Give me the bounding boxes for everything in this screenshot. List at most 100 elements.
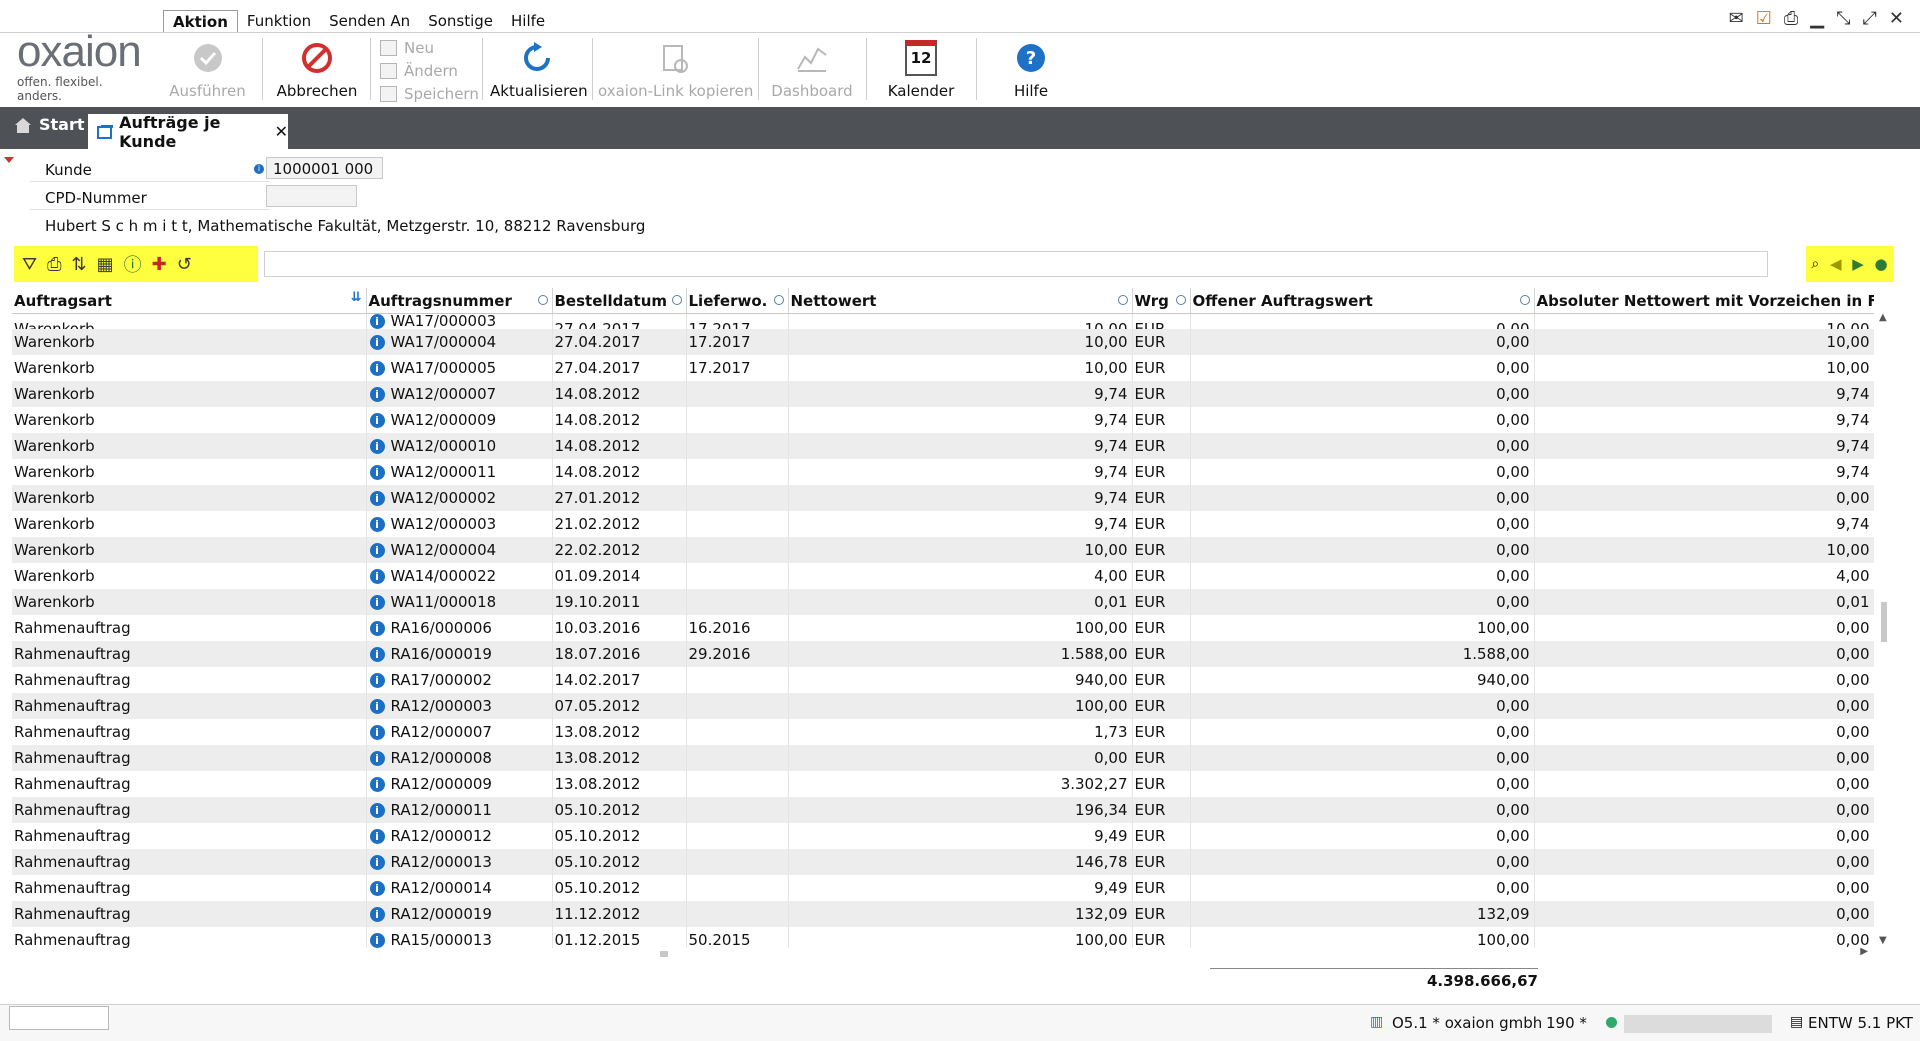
- order-info-icon[interactable]: i: [369, 465, 385, 480]
- order-info-icon[interactable]: i: [369, 777, 385, 792]
- col-bestelldatum[interactable]: Bestelldatum: [552, 288, 687, 314]
- order-number[interactable]: WA12/000003: [391, 515, 497, 533]
- order-info-icon[interactable]: i: [369, 881, 385, 896]
- horizontal-scrollbar[interactable]: ▶: [12, 946, 1874, 960]
- order-number[interactable]: WA12/000009: [391, 411, 497, 429]
- table-row[interactable]: Warenkorb i WA12/000011 14.08.2012 9,74 EUR 0,…: [12, 459, 1874, 485]
- binoculars-icon[interactable]: ⌕: [1811, 256, 1819, 272]
- tasks-icon[interactable]: ☑: [1756, 8, 1772, 29]
- minimize-icon[interactable]: ▁: [1810, 8, 1824, 29]
- scroll-right-icon[interactable]: ▶: [1860, 946, 1868, 957]
- quick-filter-input[interactable]: [264, 251, 1768, 277]
- order-number[interactable]: RA12/000011: [391, 801, 492, 819]
- order-info-icon[interactable]: i: [369, 829, 385, 844]
- order-info-icon[interactable]: i: [369, 699, 385, 714]
- order-number[interactable]: RA12/000003: [391, 697, 492, 715]
- table-row[interactable]: Rahmenauftrag i RA12/000014 05.10.2012 9,49 E…: [12, 875, 1874, 901]
- menu-aktion[interactable]: Aktion: [163, 10, 238, 32]
- order-number[interactable]: WA17/000004: [391, 333, 497, 351]
- table-row[interactable]: Warenkorb i WA12/000004 22.02.2012 10,00 EUR 0…: [12, 537, 1874, 563]
- col-auftragsart[interactable]: Auftragsart ⇊: [12, 288, 367, 314]
- print-icon[interactable]: ⎙: [1784, 8, 1798, 29]
- cancel-button[interactable]: Abbrechen: [272, 40, 362, 100]
- order-info-icon[interactable]: i: [369, 595, 385, 610]
- table-row[interactable]: Rahmenauftrag i RA15/000013 01.12.2015 50.20…: [12, 927, 1874, 948]
- next-arrow-icon[interactable]: ▶: [1852, 255, 1864, 273]
- order-info-icon[interactable]: i: [369, 491, 385, 506]
- table-row[interactable]: Rahmenauftrag i RA12/000009 13.08.2012 3.302…: [12, 771, 1874, 797]
- order-number[interactable]: RA16/000006: [391, 619, 492, 637]
- table-row[interactable]: Rahmenauftrag i RA16/000019 18.07.2016 29.20…: [12, 641, 1874, 667]
- order-info-icon[interactable]: i: [369, 621, 385, 636]
- table-row[interactable]: Warenkorb i WA12/000007 14.08.2012 9,74 EUR 0,…: [12, 381, 1874, 407]
- menu-funktion[interactable]: Funktion: [238, 10, 320, 32]
- close-icon[interactable]: ✕: [1889, 8, 1904, 29]
- vertical-scrollbar[interactable]: ▲ ▼: [1878, 312, 1890, 946]
- column-option-icon[interactable]: [671, 295, 682, 305]
- tab-auftraege-je-kunde[interactable]: Aufträge je Kunde ✕: [88, 113, 288, 151]
- table-row[interactable]: Warenkorb i WA17/000003 27.04.2017 17.2017 10…: [12, 313, 1874, 330]
- col-offener-auftragswert[interactable]: Offener Auftragswert: [1190, 288, 1535, 314]
- new-button[interactable]: Neu: [380, 39, 434, 57]
- menu-hilfe[interactable]: Hilfe: [502, 10, 554, 32]
- collapse-arrow-icon[interactable]: [4, 157, 14, 163]
- order-number[interactable]: WA12/000002: [391, 489, 497, 507]
- table-row[interactable]: Rahmenauftrag i RA12/000012 05.10.2012 9,49 E…: [12, 823, 1874, 849]
- order-info-icon[interactable]: i: [369, 855, 385, 870]
- table-row[interactable]: Warenkorb i WA11/000018 19.10.2011 0,01 EUR 0,…: [12, 589, 1874, 615]
- order-info-icon[interactable]: i: [369, 413, 385, 428]
- scroll-up-icon[interactable]: ▲: [1879, 312, 1887, 323]
- order-info-icon[interactable]: i: [369, 647, 385, 662]
- order-number[interactable]: RA12/000012: [391, 827, 492, 845]
- prev-arrow-icon[interactable]: ◀: [1830, 255, 1842, 273]
- print-grid-icon[interactable]: ⎙: [47, 254, 61, 275]
- horizontal-scroll-thumb[interactable]: [660, 951, 668, 957]
- order-info-icon[interactable]: i: [369, 314, 385, 329]
- info-icon[interactable]: ⓘ: [124, 251, 142, 277]
- table-row[interactable]: Rahmenauftrag i RA17/000002 14.02.2017 940,0…: [12, 667, 1874, 693]
- table-row[interactable]: Rahmenauftrag i RA12/000007 13.08.2012 1,73 E…: [12, 719, 1874, 745]
- order-number[interactable]: RA12/000013: [391, 853, 492, 871]
- menu-senden-an[interactable]: Senden An: [320, 10, 419, 32]
- column-option-icon[interactable]: [1519, 295, 1530, 305]
- table-row[interactable]: Warenkorb i WA12/000009 14.08.2012 9,74 EUR 0,…: [12, 407, 1874, 433]
- sort-icon[interactable]: ⇅: [72, 254, 87, 275]
- order-number[interactable]: RA17/000002: [391, 671, 492, 689]
- column-option-icon[interactable]: [537, 295, 548, 305]
- order-info-icon[interactable]: i: [369, 439, 385, 454]
- col-absoluter-nettowert[interactable]: Absoluter Nettowert mit Vorzeichen in Fi…: [1534, 288, 1874, 314]
- order-info-icon[interactable]: i: [369, 569, 385, 584]
- order-number[interactable]: WA17/000005: [391, 359, 497, 377]
- maximize-icon[interactable]: ⤢: [1863, 8, 1877, 29]
- filter-icon[interactable]: ⛛: [22, 254, 37, 275]
- order-info-icon[interactable]: i: [369, 673, 385, 688]
- export-icon[interactable]: ▦: [97, 254, 114, 275]
- order-number[interactable]: RA12/000009: [391, 775, 492, 793]
- col-auftragsnummer[interactable]: Auftragsnummer: [366, 288, 553, 314]
- order-number[interactable]: WA17/000003: [391, 314, 497, 330]
- table-row[interactable]: Warenkorb i WA14/000022 01.09.2014 4,00 EUR 0,…: [12, 563, 1874, 589]
- tab-close-icon[interactable]: ✕: [275, 122, 288, 141]
- order-info-icon[interactable]: i: [369, 803, 385, 818]
- calendar-button[interactable]: 12 Kalender: [876, 40, 966, 100]
- copy-link-button[interactable]: oxaion-Link kopieren: [598, 40, 753, 100]
- order-number[interactable]: RA12/000019: [391, 905, 492, 923]
- col-nettowert[interactable]: Nettowert: [788, 288, 1133, 314]
- order-number[interactable]: RA15/000013: [391, 931, 492, 948]
- table-row[interactable]: Rahmenauftrag i RA12/000013 05.10.2012 146,7…: [12, 849, 1874, 875]
- order-info-icon[interactable]: i: [369, 361, 385, 376]
- save-button[interactable]: Speichern: [380, 85, 479, 103]
- status-input[interactable]: [9, 1006, 109, 1030]
- order-info-icon[interactable]: i: [369, 543, 385, 558]
- order-info-icon[interactable]: i: [369, 725, 385, 740]
- col-lieferwoche[interactable]: Lieferwo.: [686, 288, 789, 314]
- order-number[interactable]: RA16/000019: [391, 645, 492, 663]
- table-row[interactable]: Rahmenauftrag i RA12/000008 13.08.2012 0,00 E…: [12, 745, 1874, 771]
- menu-sonstige[interactable]: Sonstige: [419, 10, 502, 32]
- column-option-icon[interactable]: [1117, 295, 1128, 305]
- customer-field[interactable]: 1000001 000: [266, 157, 383, 179]
- order-number[interactable]: RA12/000008: [391, 749, 492, 767]
- reset-icon[interactable]: ↺: [177, 254, 192, 275]
- order-number[interactable]: RA12/000007: [391, 723, 492, 741]
- customer-info-icon[interactable]: i: [254, 164, 264, 174]
